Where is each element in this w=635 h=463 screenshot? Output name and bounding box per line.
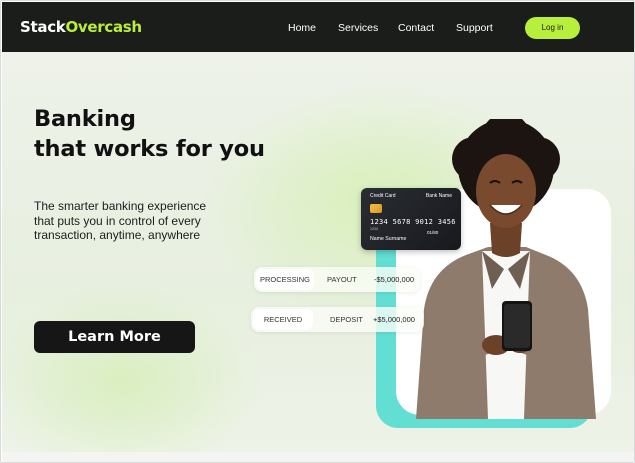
transaction-status: PROCESSING — [256, 269, 314, 290]
transaction-status: RECEIVED — [253, 309, 313, 330]
brand-name-accent: Overcash — [65, 18, 142, 36]
card-expiry: 01/80 — [427, 230, 439, 235]
smiling-man-with-phone-image — [416, 119, 596, 419]
card-number: 1234 5678 9012 3456 — [370, 218, 456, 226]
nav-link-home[interactable]: Home — [288, 22, 316, 34]
card-label: Credit Card — [370, 193, 396, 199]
nav-link-services[interactable]: Services — [338, 22, 378, 34]
learn-more-button[interactable]: Learn More — [34, 321, 195, 353]
transaction-pill-payout: PROCESSING PAYOUT -$5,000,000 — [254, 267, 420, 292]
card-chip-icon — [370, 204, 382, 213]
hero-subtext-line2: that puts you in control of every — [34, 213, 201, 228]
hero-subtext-line1: The smarter banking experience — [34, 199, 207, 213]
card-small-number: 1234 — [370, 227, 378, 231]
nav-link-support[interactable]: Support — [456, 22, 493, 34]
brand-name-primary: Stack — [20, 18, 66, 36]
transaction-type: PAYOUT — [327, 275, 357, 284]
hero-headline-line2: that works for you — [34, 136, 265, 162]
hero-subtext: The smarter banking experience that puts… — [34, 199, 244, 243]
nav-link-contact[interactable]: Contact — [398, 22, 434, 34]
hero-headline: Banking that works for you — [34, 104, 265, 164]
hero-headline-line1: Banking — [34, 106, 136, 132]
transaction-pill-deposit: RECEIVED DEPOSIT +$5,000,000 — [251, 307, 424, 332]
transaction-amount: +$5,000,000 — [373, 315, 415, 324]
login-button[interactable]: Log in — [525, 17, 580, 39]
hero-subtext-line3: transaction, anytime, anywhere — [34, 228, 201, 242]
top-navbar: StackOvercash Home Services Contact Supp… — [2, 2, 634, 52]
card-bank-name: Bank Name — [425, 193, 452, 199]
credit-card: Credit Card Bank Name 1234 5678 9012 345… — [361, 188, 461, 250]
card-holder-name: Name Surname — [370, 236, 407, 242]
brand-logo[interactable]: StackOvercash — [20, 18, 142, 36]
page-frame: StackOvercash Home Services Contact Supp… — [0, 0, 635, 463]
transaction-type: DEPOSIT — [330, 315, 363, 324]
transaction-amount: -$5,000,000 — [374, 275, 415, 284]
footer-strip — [2, 452, 634, 462]
